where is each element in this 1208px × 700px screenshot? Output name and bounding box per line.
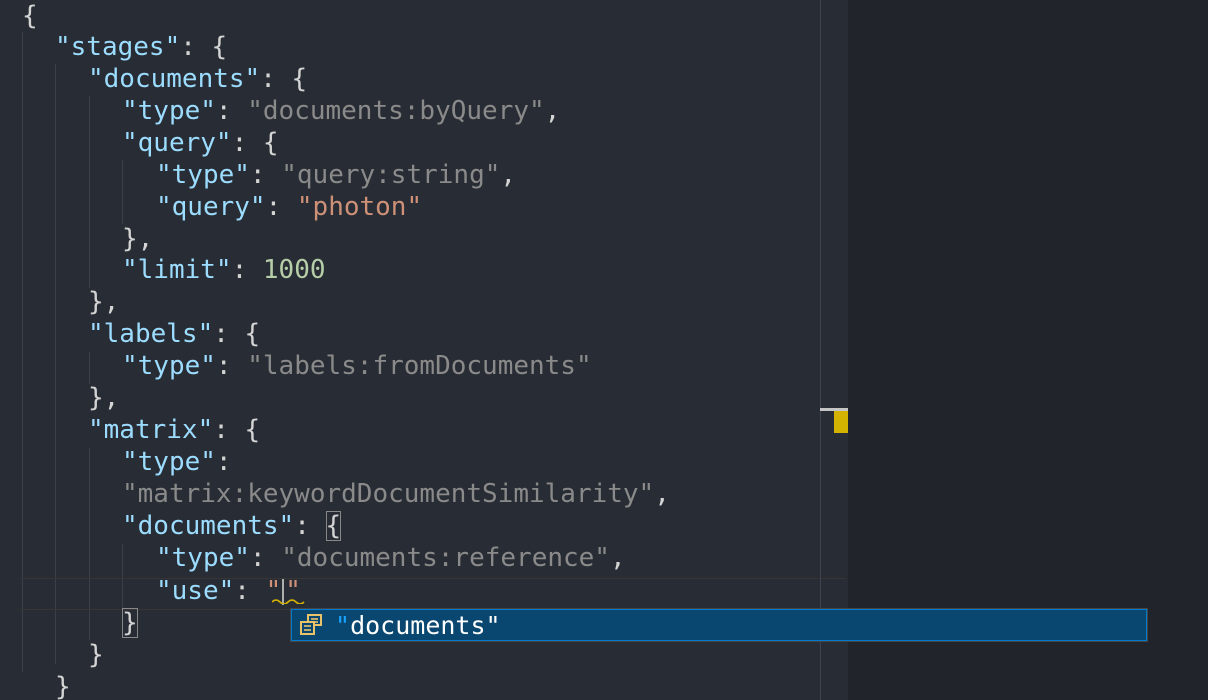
json-key: "stages" [55, 32, 181, 62]
code-line-14: "matrix": { [88, 415, 261, 445]
code-editor[interactable]: { "stages": { "documents": { "type": "do… [0, 0, 848, 700]
json-string-value: "matrix:keywordDocumentSimilarity" [122, 479, 655, 509]
code-line-12: "type": "labels:fromDocuments" [122, 351, 592, 381]
code-line-7: "query": "photon" [156, 192, 423, 222]
code-line-8: }, [122, 224, 154, 254]
code-line-16: "matrix:keywordDocumentSimilarity", [122, 479, 670, 509]
json-string-value: "labels:fromDocuments" [247, 351, 592, 381]
json-number-value: 1000 [262, 255, 326, 285]
json-key: "type" [122, 447, 216, 477]
json-key: "type" [156, 160, 250, 190]
json-key: "documents" [88, 64, 261, 94]
code-line-20: } [22, 607, 138, 639]
code-line-6: "type": "query:string", [156, 160, 517, 190]
autocomplete-item-label: "documents" [335, 610, 501, 640]
code-line-1: { [22, 1, 38, 31]
code-line-17: "documents": { [122, 511, 342, 541]
code-line-21: } [88, 640, 104, 670]
json-key: "type" [156, 543, 250, 573]
json-key: "limit" [122, 255, 232, 285]
autocomplete-item-documents[interactable]: "documents" [291, 609, 1147, 641]
json-key: "documents" [122, 511, 295, 541]
json-string-value: "photon" [296, 192, 423, 222]
matched-bracket: { [325, 511, 342, 541]
json-key: "query" [156, 192, 266, 222]
vertical-ruler [820, 0, 821, 700]
json-key: "type" [122, 351, 216, 381]
json-string-value: "documents:reference" [281, 543, 610, 573]
json-string-value: "query:string" [281, 160, 501, 190]
json-key: "matrix" [88, 415, 214, 445]
autocomplete-widget[interactable]: "documents" [290, 608, 1148, 642]
json-key: "query" [122, 128, 232, 158]
json-key: "use" [156, 576, 235, 606]
snippet-value-icon [297, 613, 327, 637]
code-line-5: "query": { [122, 128, 279, 158]
code-line-10: }, [88, 287, 120, 317]
code-line-2: "stages": { [55, 32, 228, 62]
json-string-value: "documents:byQuery" [247, 96, 545, 126]
code-line-11: "labels": { [88, 319, 261, 349]
code-line-22: } [55, 672, 71, 700]
code-line-3: "documents": { [88, 64, 308, 94]
code-line-18: "type": "documents:reference", [156, 543, 626, 573]
code-line-4: "type": "documents:byQuery", [122, 96, 561, 126]
json-key: "type" [122, 96, 216, 126]
code-line-19: "use": " " [156, 576, 301, 606]
warning-squiggle [272, 599, 305, 604]
json-key: "labels" [88, 319, 214, 349]
code-line-15: "type": [122, 447, 232, 477]
warning-overview-marker[interactable] [834, 411, 848, 433]
matched-bracket: } [122, 608, 138, 638]
code-line-9: "limit": 1000 [122, 255, 326, 285]
overview-pane [848, 0, 1208, 700]
code-line-13: }, [88, 383, 120, 413]
